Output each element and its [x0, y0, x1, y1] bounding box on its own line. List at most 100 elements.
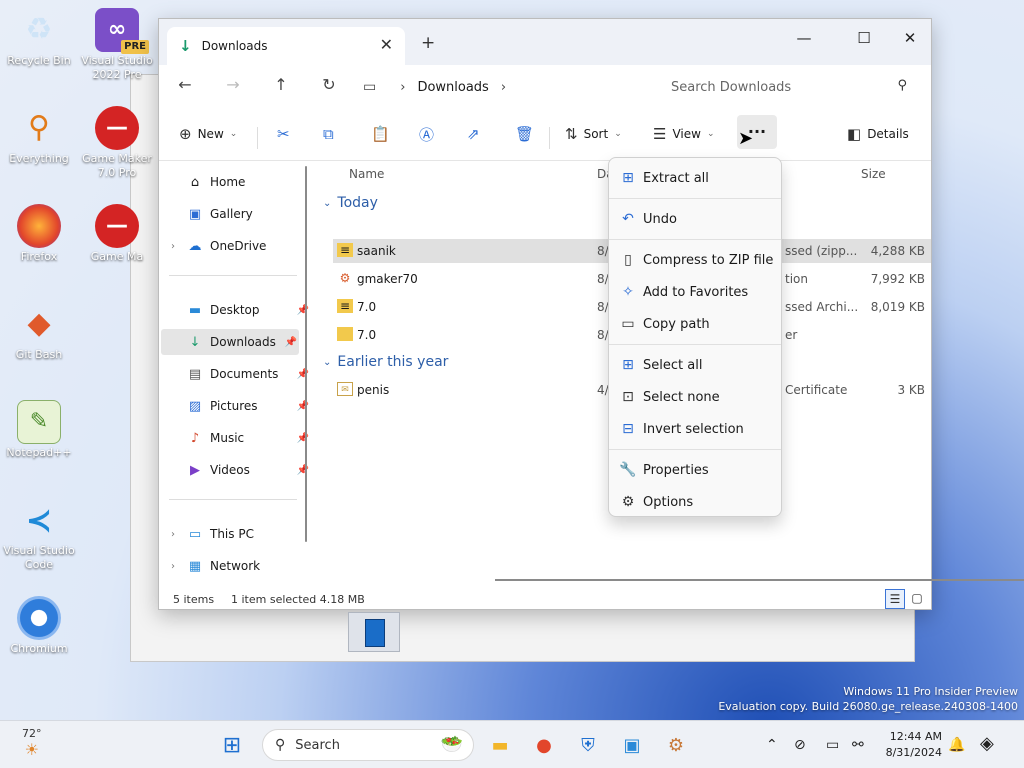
copilot-icon[interactable]: ◈ — [980, 733, 994, 754]
new-tab-button[interactable]: + — [421, 33, 435, 53]
taskbar-search[interactable]: ⚲ Search 🥗 — [262, 729, 474, 761]
chevron-right-icon[interactable]: › — [400, 80, 405, 95]
pin-icon[interactable]: 📌 — [297, 465, 309, 476]
chevron-right-icon[interactable]: › — [171, 241, 185, 252]
menu-item-undo[interactable]: ↶ Undo — [613, 205, 777, 233]
horizontal-scrollbar[interactable] — [495, 579, 1024, 581]
start-button[interactable]: ⊞ — [218, 731, 246, 759]
close-tab-icon[interactable]: ✕ — [380, 35, 393, 54]
firefox-taskbar-icon[interactable]: ● — [530, 731, 558, 759]
notification-bell-icon[interactable]: 🔔 — [948, 737, 965, 753]
control-panel-taskbar-icon[interactable]: ▣ — [618, 731, 646, 759]
sort-button[interactable]: ⇅ Sort ⌄ — [565, 121, 622, 147]
chevron-right-icon[interactable]: › — [171, 561, 185, 572]
sidebar-scrollbar[interactable] — [305, 166, 307, 542]
pin-icon[interactable]: 📌 — [297, 305, 309, 316]
system-clock[interactable]: 12:44 AM 8/31/2024 — [878, 729, 942, 761]
desktop-icon-vscode[interactable]: ≺ Visual Studio Code — [0, 498, 78, 572]
menu-item-invert-selection[interactable]: ⊟ Invert selection — [613, 415, 777, 443]
back-button[interactable]: ← — [173, 75, 197, 94]
new-button[interactable]: ⊕ New ⌄ — [179, 121, 237, 147]
close-window-button[interactable]: ✕ — [887, 23, 933, 53]
menu-item-compress-zip[interactable]: ▯ Compress to ZIP file — [613, 246, 777, 274]
sidebar-item-gallery[interactable]: ▣ Gallery — [171, 201, 311, 227]
chevron-right-icon[interactable]: › — [501, 80, 506, 95]
menu-item-copy-path[interactable]: ▭ Copy path — [613, 310, 777, 338]
git-bash-icon: ◆ — [27, 306, 51, 341]
pin-icon[interactable]: 📌 — [297, 433, 309, 444]
details-view-button[interactable]: ☰ — [885, 589, 905, 609]
desktop-icon-recycle-bin[interactable]: ♻ Recycle Bin — [0, 8, 78, 68]
copy-path-icon: ▭ — [621, 316, 635, 332]
breadcrumb-downloads[interactable]: Downloads — [417, 80, 488, 95]
search-input[interactable]: Search Downloads ⚲ — [661, 72, 919, 102]
chevron-right-icon[interactable]: › — [171, 529, 185, 540]
rename-button[interactable]: Ⓐ — [419, 121, 440, 147]
accessibility-icon[interactable]: ⚯ — [852, 737, 864, 753]
refresh-button[interactable]: ↻ — [317, 75, 341, 94]
desktop-icon-chromium[interactable]: Chromium — [0, 596, 78, 656]
share-button[interactable]: ⇗ — [467, 121, 486, 147]
menu-item-extract-all[interactable]: ⊞ Extract all — [613, 164, 777, 192]
taskbar-thumbnail-preview[interactable] — [348, 612, 400, 652]
file-name: saanik — [357, 244, 396, 258]
desktop-icon-game-maker[interactable]: — Game Maker 7.0 Pro — [78, 106, 156, 180]
menu-item-properties[interactable]: 🔧 Properties — [613, 456, 777, 484]
file-explorer-taskbar-icon[interactable]: ▬ — [486, 731, 514, 759]
menu-item-select-all[interactable]: ⊞ Select all — [613, 351, 777, 379]
pin-icon[interactable]: 📌 — [297, 369, 309, 380]
group-header-today[interactable]: ⌄ Today — [323, 195, 378, 211]
desktop-icon-firefox[interactable]: Firefox — [0, 204, 78, 264]
up-button[interactable]: ↑ — [269, 75, 293, 94]
pin-icon[interactable]: 📌 — [297, 401, 309, 412]
sidebar-item-label: OneDrive — [210, 239, 267, 253]
sidebar-item-documents[interactable]: ▤ Documents 📌 — [171, 361, 311, 387]
search-placeholder: Search Downloads — [671, 79, 792, 95]
clock-date: 8/31/2024 — [885, 746, 942, 759]
menu-item-options[interactable]: ⚙ Options — [613, 488, 777, 516]
desktop-icon-game-maker-2[interactable]: — Game Ma — [78, 204, 156, 264]
details-button[interactable]: ◧ Details — [847, 121, 909, 147]
installer-taskbar-icon[interactable]: ⚙ — [662, 731, 690, 759]
display-icon[interactable]: ▭ — [826, 737, 839, 753]
sidebar-item-network[interactable]: › ▦ Network — [171, 553, 311, 579]
compress-zip-icon: ▯ — [624, 252, 632, 268]
column-header-size[interactable]: Size — [861, 167, 886, 181]
desktop-icon-notepadpp[interactable]: ✎ Notepad++ — [0, 400, 78, 460]
paste-button[interactable]: 📋 — [371, 121, 396, 147]
cut-button[interactable]: ✂ — [277, 121, 296, 147]
tiles-view-button[interactable]: ▢ — [907, 589, 927, 609]
desktop-icon-git-bash[interactable]: ◆ Git Bash — [0, 302, 78, 362]
sidebar-item-music[interactable]: ♪ Music 📌 — [171, 425, 311, 451]
view-button[interactable]: ☰ View ⌄ — [653, 121, 714, 147]
sidebar-item-desktop[interactable]: ▬ Desktop 📌 — [171, 297, 311, 323]
menu-item-add-to-favorites[interactable]: ✧ Add to Favorites — [613, 278, 777, 306]
defender-taskbar-icon[interactable]: ⛨ — [574, 731, 602, 759]
maximize-button[interactable]: ☐ — [841, 23, 887, 53]
forward-button[interactable]: → — [221, 75, 245, 94]
sidebar-item-label: Gallery — [210, 207, 253, 221]
download-arrow-icon: ↓ — [179, 37, 192, 55]
divider — [169, 499, 297, 500]
group-header-earlier-this-year[interactable]: ⌄ Earlier this year — [323, 354, 448, 370]
menu-item-select-none[interactable]: ⊡ Select none — [613, 383, 777, 411]
sidebar-item-home[interactable]: ⌂ Home — [171, 169, 311, 195]
network-status-icon[interactable]: ⊘ — [794, 737, 806, 753]
sidebar-item-videos[interactable]: ▶ Videos 📌 — [171, 457, 311, 483]
pin-icon[interactable]: 📌 — [285, 337, 297, 348]
tray-overflow-icon[interactable]: ⌃ — [766, 737, 778, 753]
desktop-icon-everything[interactable]: ⚲ Everything — [0, 106, 78, 166]
column-header-name[interactable]: Name — [349, 167, 384, 181]
sidebar-item-this-pc[interactable]: › ▭ This PC — [171, 521, 311, 547]
view-label: View — [672, 127, 701, 141]
minimize-button[interactable]: — — [781, 23, 827, 53]
weather-widget[interactable]: 72° ☀ — [22, 727, 42, 759]
desktop-icon-visual-studio[interactable]: ∞ PRE Visual Studio 2022 Pre — [78, 8, 156, 82]
copy-button[interactable]: ⧉ — [323, 121, 340, 147]
breadcrumb[interactable]: ▭ › Downloads › — [363, 72, 647, 102]
delete-button[interactable]: 🗑 — [515, 121, 540, 147]
sidebar-item-downloads[interactable]: ↓ Downloads 📌 — [161, 329, 299, 355]
tab-downloads[interactable]: ↓ Downloads ✕ — [167, 27, 405, 65]
sidebar-item-pictures[interactable]: ▨ Pictures 📌 — [171, 393, 311, 419]
sidebar-item-onedrive[interactable]: › ☁ OneDrive — [171, 233, 311, 259]
